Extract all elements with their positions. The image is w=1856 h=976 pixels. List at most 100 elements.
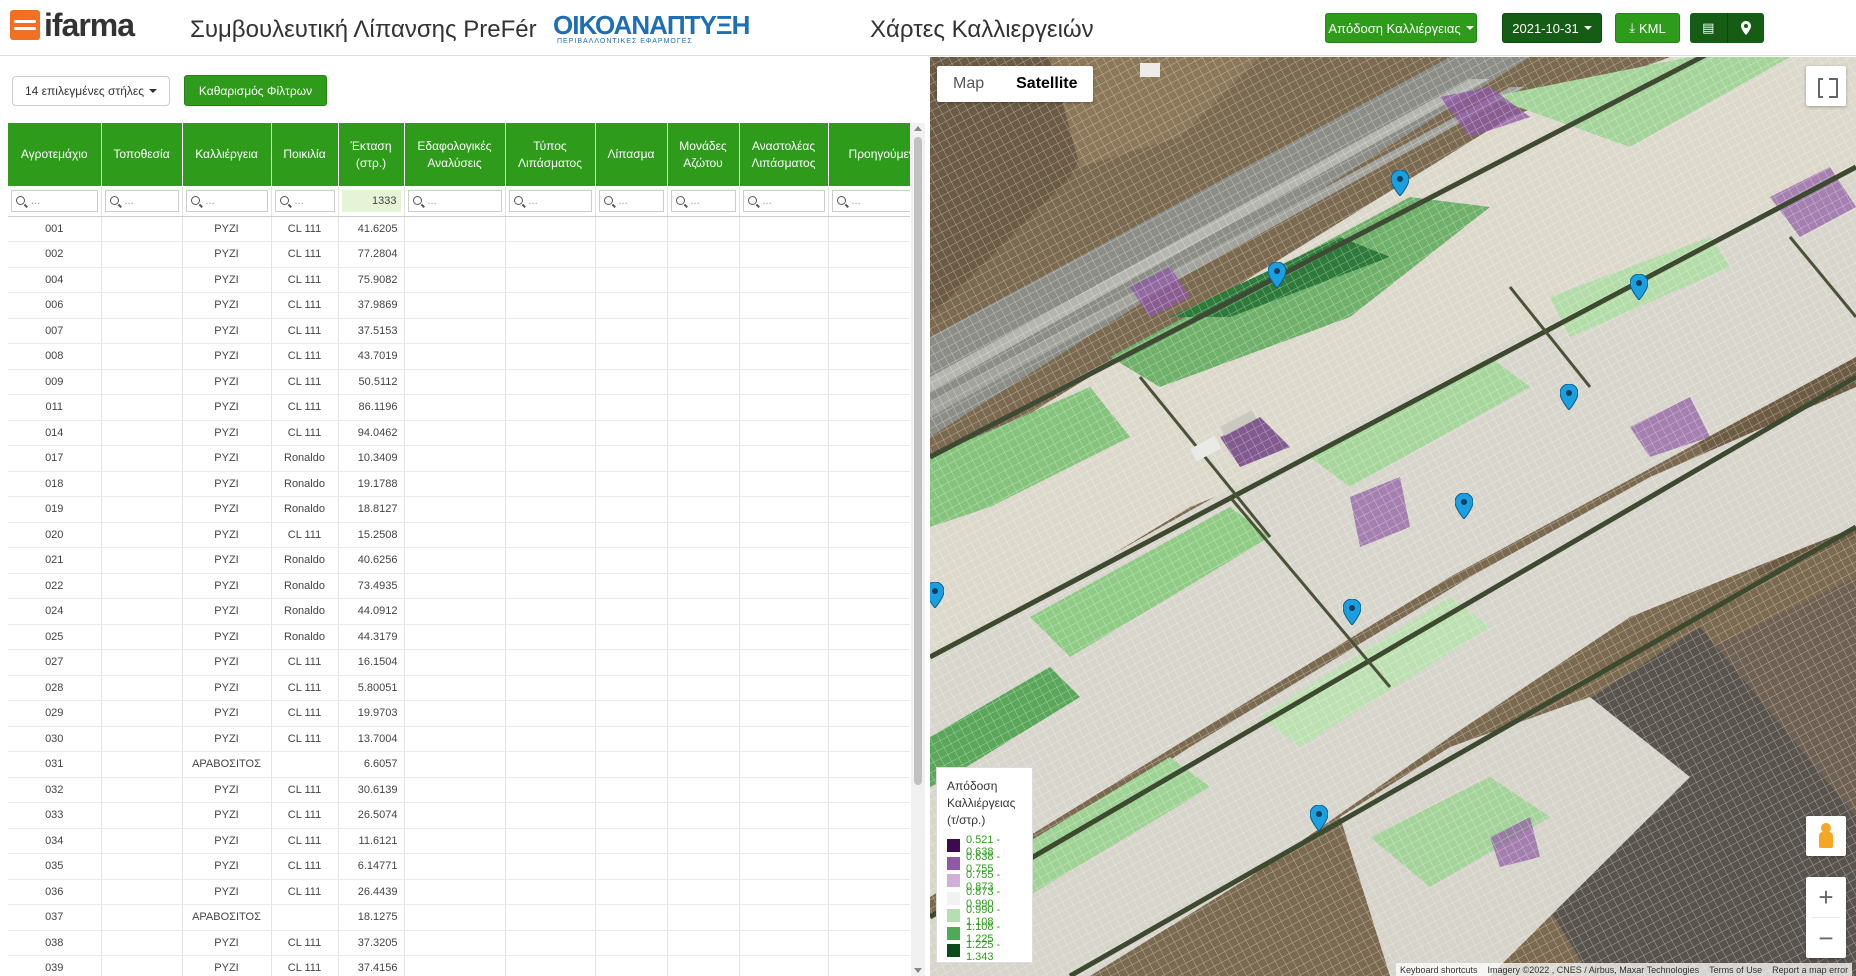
table-row[interactable]: 029 ΡΥΖΙ CL 111 19.9703 (8, 700, 910, 727)
column-filter-input[interactable]: ... (508, 189, 592, 212)
column-header[interactable]: Λίπασμα (595, 123, 668, 186)
column-filter-input[interactable]: ... (670, 189, 736, 212)
table-row[interactable]: 022 ΡΥΖΙ Ronaldo 73.4935 (8, 573, 910, 599)
table-vertical-scrollbar[interactable] (911, 123, 925, 976)
map-marker-icon[interactable] (1630, 274, 1648, 300)
map-type-satellite-button[interactable]: Satellite (1000, 66, 1093, 102)
column-header[interactable]: Εδαφολογικές Αναλύσεις (404, 123, 506, 186)
map-type-map-button[interactable]: Map (937, 66, 1000, 102)
table-row[interactable]: 001 ΡΥΖΙ CL 111 41.6205 (8, 216, 910, 242)
table-row[interactable]: 002 ΡΥΖΙ CL 111 77.2804 (8, 241, 910, 268)
table-cell (595, 369, 668, 395)
table-row[interactable]: 037 ΑΡΑΒΟΣΙΤΟΣ 18.1275 (8, 904, 910, 931)
map-view[interactable]: Map Satellite + − Απόδοση Καλλιέργειας (… (930, 57, 1856, 976)
ifarma-logo[interactable]: ifarma (10, 9, 135, 41)
table-row[interactable]: 017 ΡΥΖΙ Ronaldo 10.3409 (8, 445, 910, 472)
zoom-in-button[interactable]: + (1806, 877, 1846, 917)
table-row[interactable]: 014 ΡΥΖΙ CL 111 94.0462 (8, 420, 910, 446)
terms-of-use-link[interactable]: Terms of Use (1709, 965, 1762, 975)
table-row[interactable]: 011 ΡΥΖΙ CL 111 86.1196 (8, 394, 910, 421)
map-view-button[interactable] (1728, 13, 1765, 43)
filter-placeholder: ... (690, 194, 700, 207)
table-row[interactable]: 021 ΡΥΖΙ Ronaldo 40.6256 (8, 547, 910, 574)
table-row[interactable]: 031 ΑΡΑΒΟΣΙΤΟΣ 6.6057 (8, 751, 910, 778)
clear-filters-button[interactable]: Καθαρισμός Φίλτρων (184, 75, 327, 106)
map-marker-icon[interactable] (1268, 262, 1286, 288)
table-row[interactable]: 025 ΡΥΖΙ Ronaldo 44.3179 (8, 624, 910, 650)
scroll-up-arrow-icon[interactable] (914, 126, 922, 131)
scroll-down-arrow-icon[interactable] (914, 968, 922, 973)
column-header[interactable]: Αγροτεμάχιο (8, 123, 102, 186)
column-filter-input[interactable]: ... (11, 189, 98, 212)
table-row[interactable]: 019 ΡΥΖΙ Ronaldo 18.8127 (8, 496, 910, 523)
table-row[interactable]: 039 ΡΥΖΙ CL 111 37.4156 (8, 955, 910, 976)
street-view-pegman-icon[interactable] (1806, 816, 1846, 856)
column-filter-input[interactable]: ... (104, 189, 179, 212)
table-row[interactable]: 028 ΡΥΖΙ CL 111 5.80051 (8, 675, 910, 701)
table-view-button[interactable]: ▤ (1690, 13, 1728, 43)
fullscreen-icon[interactable] (1806, 66, 1846, 106)
table-row[interactable]: 033 ΡΥΖΙ CL 111 26.5074 (8, 802, 910, 829)
scrollbar-thumb[interactable] (914, 137, 922, 785)
table-cell (595, 904, 668, 931)
column-header[interactable]: Προηγούμενη Καλλιέργεια (828, 123, 910, 186)
report-map-error-link[interactable]: Report a map error (1772, 965, 1848, 975)
table-cell (505, 547, 596, 574)
column-filter-input[interactable]: ... (407, 189, 502, 212)
table-row[interactable]: 024 ΡΥΖΙ Ronaldo 44.0912 (8, 598, 910, 625)
table-icon: ▤ (1702, 20, 1715, 35)
map-marker-icon[interactable] (1560, 384, 1578, 410)
table-row[interactable]: 007 ΡΥΖΙ CL 111 37.5153 (8, 318, 910, 344)
column-header[interactable]: Έκταση (στρ.) (338, 123, 405, 186)
table-cell (505, 700, 596, 727)
column-filter-input[interactable]: ... (185, 189, 268, 212)
table-row[interactable]: 032 ΡΥΖΙ CL 111 30.6139 (8, 777, 910, 803)
table-row[interactable]: 038 ΡΥΖΙ CL 111 37.3205 (8, 930, 910, 956)
columns-select-button[interactable]: 14 επιλεγμένες στήλες (12, 76, 170, 106)
table-cell: 034 (8, 828, 102, 854)
table-row[interactable]: 020 ΡΥΖΙ CL 111 15.2508 (8, 522, 910, 548)
table-row[interactable]: 030 ΡΥΖΙ CL 111 13.7004 (8, 726, 910, 752)
table-cell: 43.7019 (338, 343, 405, 370)
keyboard-shortcuts-link[interactable]: Keyboard shortcuts (1400, 965, 1478, 975)
column-header[interactable]: Ποικιλία (271, 123, 339, 186)
table-row[interactable]: 035 ΡΥΖΙ CL 111 6.14771 (8, 853, 910, 880)
column-header[interactable]: Τύπος Λιπάσματος (505, 123, 596, 186)
table-cell: 017 (8, 445, 102, 472)
map-marker-icon[interactable] (1455, 493, 1473, 519)
map-marker-icon[interactable] (1391, 170, 1409, 196)
search-icon (279, 196, 289, 206)
column-header[interactable]: Καλλιέργεια (182, 123, 272, 186)
table-row[interactable]: 008 ΡΥΖΙ CL 111 43.7019 (8, 343, 910, 370)
table-row[interactable]: 034 ΡΥΖΙ CL 111 11.6121 (8, 828, 910, 854)
kml-download-button[interactable]: ⤓ KML (1615, 13, 1680, 43)
zoom-out-button[interactable]: − (1806, 918, 1846, 958)
date-dropdown-button[interactable]: 2021-10-31 (1502, 13, 1602, 43)
layer-dropdown-button[interactable]: Απόδοση Καλλιέργειας (1325, 13, 1477, 43)
column-filter-input[interactable]: ... (598, 189, 664, 212)
table-cell (505, 598, 596, 625)
column-filter-input[interactable]: ... (274, 189, 335, 212)
map-marker-icon[interactable] (930, 582, 944, 608)
table-row[interactable]: 036 ΡΥΖΙ CL 111 26.4439 (8, 879, 910, 905)
table-row[interactable]: 009 ΡΥΖΙ CL 111 50.5112 (8, 369, 910, 395)
column-header[interactable]: Μονάδες Αζώτου (667, 123, 740, 186)
column-header[interactable]: Αναστολέας Λιπάσματος (739, 123, 829, 186)
table-row[interactable]: 004 ΡΥΖΙ CL 111 75.9082 (8, 267, 910, 293)
column-header[interactable]: Τοποθεσία (101, 123, 183, 186)
table-cell (505, 853, 596, 880)
table-cell (828, 522, 910, 548)
table-cell (667, 700, 740, 727)
table-cell: ΡΥΖΙ (182, 930, 272, 956)
table-cell: 40.6256 (338, 547, 405, 574)
column-filter-input[interactable]: ... (831, 189, 910, 212)
column-filter-input[interactable]: ... (742, 189, 825, 212)
table-cell: 027 (8, 649, 102, 676)
map-marker-icon[interactable] (1310, 805, 1328, 831)
date-dropdown-label: 2021-10-31 (1512, 20, 1579, 36)
map-marker-icon[interactable] (1343, 599, 1361, 625)
table-row[interactable]: 018 ΡΥΖΙ Ronaldo 19.1788 (8, 471, 910, 497)
table-row[interactable]: 006 ΡΥΖΙ CL 111 37.9869 (8, 292, 910, 319)
table-row[interactable]: 027 ΡΥΖΙ CL 111 16.1504 (8, 649, 910, 676)
table-cell (595, 624, 668, 650)
